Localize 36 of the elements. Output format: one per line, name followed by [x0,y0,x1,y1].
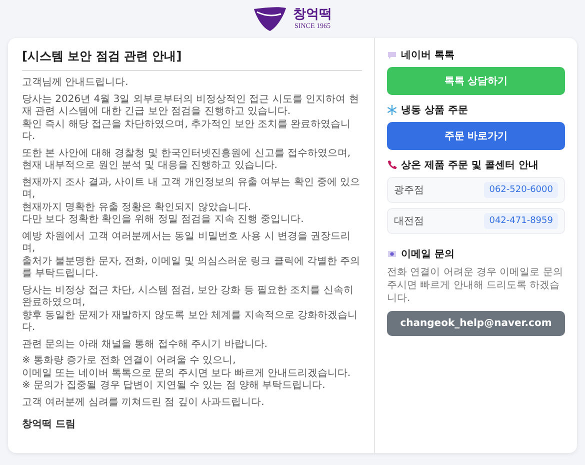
logo-icon [253,6,287,32]
notice-text: 예방 차원에서 고객 여러분께서는 동일 비밀번호 사용 시 변경을 권장드리며, [22,230,352,256]
brand-name: 창억떡 [293,8,332,22]
phone-link[interactable]: 042-471-8959 [484,213,558,229]
notice-text: 당사는 비정상 접근 차단, 시스템 점검, 보안 강화 등 필요한 조치를 신속히 완료하였으며, [22,284,354,310]
snowflake-icon [387,105,397,115]
link-button[interactable]: 주문 바로가기 [387,122,565,150]
chat-icon [387,50,397,60]
branch-name: 대전점 [394,215,424,228]
notice-text: 다만 보다 정확한 확인을 위해 정밀 점검을 지속 진행 중입니다. [22,214,305,226]
mail-icon [387,249,397,259]
notice-text: 이메일 또는 네이버 톡톡으로 문의 주시면 보다 빠르게 안내드리겠습니다. [22,368,352,380]
section-heading: 이메일 문의 [401,248,454,261]
notice-text: 고객님께 안내드립니다. [22,77,130,90]
section-heading: 상온 제품 주문 및 콜센터 안내 [401,159,538,172]
notice-text: 출처가 불분명한 문자, 전화, 이메일 및 의심스러운 링크 클릭에 각별한 주의를 부탁드립니다. [22,256,362,280]
section-heading: 네이버 톡톡 [401,49,454,62]
notice-text: 향후 동일한 문제가 재발하지 않도록 보안 체계를 지속적으로 강화하겠습니다. [22,310,358,334]
notice-text: 확인 즉시 해당 접근을 차단하였으며, 추가적인 보안 조치를 완료하였습니다. [22,118,352,144]
notice-title: [시스템 보안 점검 관련 안내] [22,48,362,71]
notice-text: 관련 문의는 아래 채널을 통해 접수해 주시기 바랍니다. [22,338,268,351]
notice-text: ※ 통화량 증가로 전화 연결이 어려울 수 있으니, [22,355,237,368]
notice-text: 당사는 2026년 4월 3일 외부로부터의 비정상적인 접근 시도를 인지하여 현재 관련 시스템에 대한 긴급 보안 점검을 진행하고 있습니다. [22,94,360,118]
email-button[interactable]: changeok_help@naver.com [387,311,565,336]
signature: 창억떡 드림 [22,418,76,431]
notice-text: 현재까지 명확한 유출 정황은 확인되지 않았습니다. [22,202,252,214]
email-description: 전화 연결이 어려운 경우 이메일로 문의 주시면 빠르게 안내해 드리도록 하겠습니다. [387,266,564,305]
notice-text: 고객 여러분께 심려를 끼쳐드린 점 깊이 사과드립니다. [22,396,266,409]
notice-text: ※ 문의가 집중될 경우 답변이 지연될 수 있는 점 양해 부탁드립니다. [22,380,326,392]
link-button[interactable]: 톡톡 상담하기 [387,67,565,95]
section-heading: 냉동 상품 주문 [401,104,468,117]
phone-icon [387,160,397,170]
notice-text: 또한 본 사안에 대해 경찰청 및 한국인터넷진흥원에 신고를 접수하였으며, 현재 내부적으로 원인 분석 및 대응을 진행하고 있습니다. [22,148,352,172]
notice-text: 현재까지 조사 결과, 사이트 내 고객 개인정보의 유출 여부는 확인 중에 있으며, [22,176,362,202]
branch-name: 광주점 [394,184,424,197]
phone-link[interactable]: 062-520-6000 [484,182,558,198]
